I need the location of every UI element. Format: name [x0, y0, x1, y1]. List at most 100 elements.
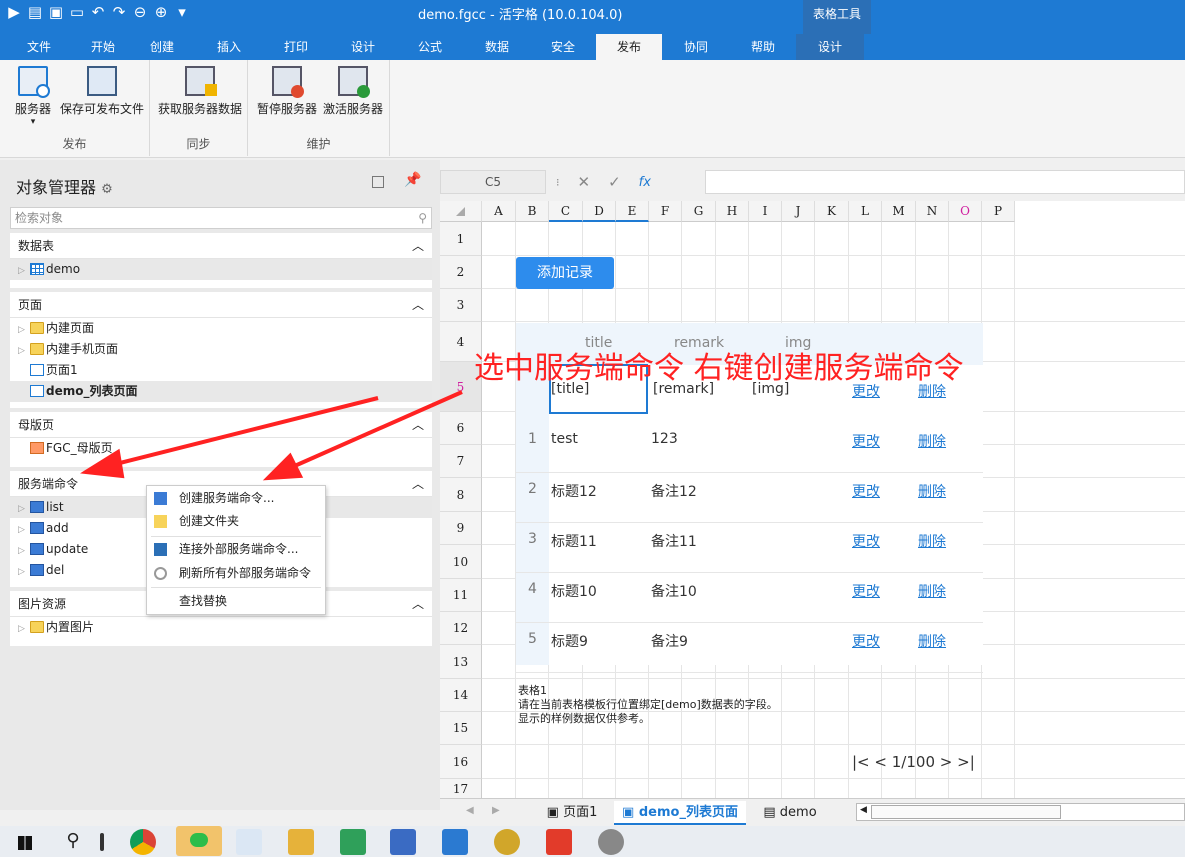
delete-link[interactable]: 删除: [918, 581, 946, 601]
row-header-2[interactable]: 2: [440, 256, 482, 289]
redo-icon[interactable]: ↷: [111, 2, 127, 22]
tab-help[interactable]: 帮助: [730, 34, 796, 60]
menu-item-create-server-command[interactable]: 创建服务端命令...: [147, 488, 325, 509]
file-explorer-icon[interactable]: [288, 829, 314, 855]
sheet-tab-demo-list[interactable]: ▣ demo_列表页面: [614, 801, 746, 825]
app-icon[interactable]: [236, 829, 262, 855]
collapse-icon[interactable]: ︿: [412, 412, 424, 438]
row-header-9[interactable]: 9: [440, 512, 482, 545]
row-header-12[interactable]: 12: [440, 612, 482, 645]
row-header-1[interactable]: 1: [440, 222, 482, 256]
menu-item-refresh-external[interactable]: 刷新所有外部服务端命令: [147, 563, 325, 584]
column-header-o[interactable]: O: [949, 201, 982, 222]
server-button[interactable]: 服务器 ▾: [12, 66, 54, 127]
tree-item[interactable]: ▷ 内置图片: [10, 617, 432, 638]
column-header-d[interactable]: D: [583, 201, 616, 222]
column-header-g[interactable]: G: [682, 201, 716, 222]
chrome-icon[interactable]: [130, 829, 156, 855]
collapse-icon[interactable]: ︿: [412, 471, 424, 497]
column-header-c[interactable]: C: [549, 201, 583, 222]
delete-link[interactable]: 删除: [918, 431, 946, 451]
formula-input[interactable]: [705, 170, 1185, 194]
next-page-icon[interactable]: >: [940, 753, 953, 771]
pause-server-button[interactable]: 暂停服务器: [254, 66, 320, 117]
tab-home[interactable]: 开始: [78, 34, 128, 60]
activate-server-button[interactable]: 激活服务器: [320, 66, 386, 117]
first-page-icon[interactable]: |<: [852, 753, 870, 771]
prev-page-icon[interactable]: <: [874, 753, 887, 771]
menu-item-connect-external[interactable]: 连接外部服务端命令...: [147, 539, 325, 560]
column-header-e[interactable]: E: [616, 201, 649, 222]
tab-insert[interactable]: 插入: [196, 34, 262, 60]
column-header-l[interactable]: L: [849, 201, 882, 222]
collapse-icon[interactable]: ︿: [412, 233, 424, 259]
search-input[interactable]: 检索对象 ⚲: [10, 207, 432, 229]
tab-publish[interactable]: 发布: [596, 34, 662, 60]
tab-collaborate[interactable]: 协同: [662, 34, 730, 60]
tab-data[interactable]: 数据: [464, 34, 530, 60]
tree-item[interactable]: FGC_母版页: [10, 438, 432, 459]
confirm-icon[interactable]: ✓: [608, 173, 621, 191]
expand-icon[interactable]: ▷: [18, 499, 30, 520]
back-icon[interactable]: ⊖: [132, 2, 148, 22]
e-app-icon[interactable]: [494, 829, 520, 855]
forward-icon[interactable]: ⊕: [153, 2, 169, 22]
table-row[interactable]: 5 标题9 备注9 更改 删除: [516, 623, 983, 673]
tab-scroll-right-icon[interactable]: ▶: [492, 805, 500, 816]
customize-icon[interactable]: ▾: [174, 2, 190, 22]
save-icon[interactable]: ▣: [48, 2, 64, 22]
row-header-14[interactable]: 14: [440, 679, 482, 712]
tab-file[interactable]: 文件: [0, 34, 78, 60]
tree-item[interactable]: 页面1: [10, 360, 432, 381]
p-app-icon[interactable]: [442, 829, 468, 855]
select-all-corner[interactable]: [440, 201, 482, 222]
run-icon[interactable]: ▶: [6, 2, 22, 22]
more-icon[interactable]: ⁝: [556, 176, 560, 189]
sheet-tab-demo[interactable]: ▤ demo: [754, 801, 826, 825]
windows-start-icon[interactable]: [14, 829, 40, 855]
edit-link[interactable]: 更改: [852, 581, 880, 601]
row-header-8[interactable]: 8: [440, 478, 482, 512]
column-header-i[interactable]: I: [749, 201, 782, 222]
spreadsheet-grid[interactable]: ABCDEFGHIJKLMNOP 1 2 3 4 5 6 7 8 9 10 11 12 13 14 15 16…: [440, 201, 1185, 798]
row-header-17[interactable]: 17: [440, 779, 482, 798]
row-header-13[interactable]: 13: [440, 645, 482, 679]
scroll-left-icon[interactable]: ◀: [860, 805, 867, 815]
tab-table-design[interactable]: 设计: [796, 34, 864, 60]
expand-icon[interactable]: ▷: [18, 562, 30, 583]
expand-icon[interactable]: ▷: [18, 619, 30, 640]
collapse-icon[interactable]: ︿: [412, 591, 424, 617]
tab-formula[interactable]: 公式: [396, 34, 464, 60]
tree-item[interactable]: ▷ demo: [10, 259, 432, 280]
table-row[interactable]: 3 标题11 备注11 更改 删除: [516, 523, 983, 573]
fx-icon[interactable]: fx: [639, 175, 651, 190]
expand-icon[interactable]: ▷: [18, 341, 30, 362]
row-header-11[interactable]: 11: [440, 579, 482, 612]
column-header-m[interactable]: M: [882, 201, 916, 222]
table-row[interactable]: 4 标题10 备注10 更改 删除: [516, 573, 983, 623]
menu-item-create-folder[interactable]: 创建文件夹: [147, 511, 325, 532]
fetch-server-data-button[interactable]: 获取服务器数据: [154, 66, 246, 117]
collapse-panel-icon[interactable]: [372, 176, 384, 188]
sheet-tab-page1[interactable]: ▣ 页面1: [536, 801, 608, 825]
section-header[interactable]: 页面 ︿: [10, 292, 432, 318]
expand-icon[interactable]: ▷: [18, 520, 30, 541]
delete-link[interactable]: 删除: [918, 481, 946, 501]
settings-app-icon[interactable]: [598, 829, 624, 855]
row-header-3[interactable]: 3: [440, 289, 482, 322]
column-header-p[interactable]: P: [982, 201, 1015, 222]
search-icon[interactable]: ⚲: [60, 829, 86, 855]
column-header-f[interactable]: F: [649, 201, 682, 222]
cell-reference-box[interactable]: C5: [440, 170, 546, 194]
expand-icon[interactable]: ▷: [18, 320, 30, 341]
column-header-a[interactable]: A: [482, 201, 516, 222]
column-header-j[interactable]: J: [782, 201, 815, 222]
table-row[interactable]: 1 test 123 更改 删除: [516, 423, 983, 473]
wechat-icon[interactable]: [176, 826, 222, 856]
wps-icon[interactable]: [546, 829, 572, 855]
table-row[interactable]: 2 标题12 备注12 更改 删除: [516, 473, 983, 523]
section-header[interactable]: 数据表 ︿: [10, 233, 432, 259]
collapse-icon[interactable]: ︿: [412, 292, 424, 318]
horizontal-scrollbar[interactable]: ◀: [856, 803, 1185, 821]
delete-link[interactable]: 删除: [918, 631, 946, 651]
